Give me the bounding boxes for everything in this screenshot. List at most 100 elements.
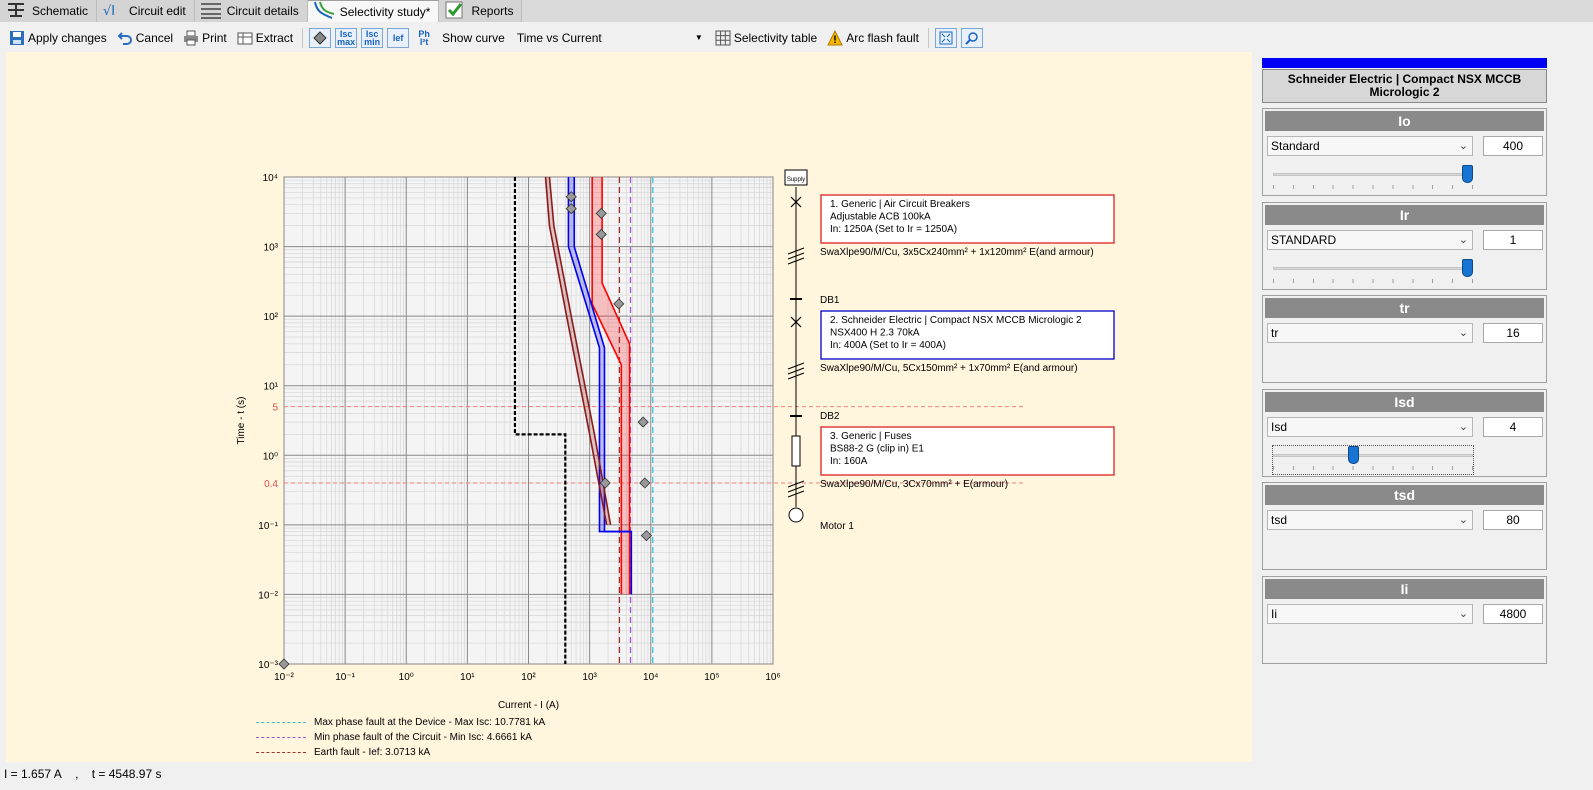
curve-select[interactable]: Time vs Current ▼ — [512, 28, 708, 48]
printer-icon — [184, 30, 199, 45]
param-title: tsd — [1265, 485, 1544, 505]
chevron-down-icon: ⌄ — [1458, 327, 1468, 339]
toolbar-separator — [302, 27, 304, 48]
tab-reports[interactable]: Reports — [439, 0, 523, 22]
legend-label: Earth fault - Ief: 3.0713 kA — [314, 747, 431, 758]
isc-min-label: Isc min — [364, 28, 381, 47]
x-tick-label: 10³ — [582, 672, 597, 683]
chevron-down-icon: ⌄ — [1458, 420, 1468, 433]
isc-max-button[interactable]: Isc max — [335, 27, 358, 48]
param-select-ir[interactable]: STANDARD ⌄ — [1267, 229, 1473, 250]
param-select-tr[interactable]: tr ⌄ — [1267, 323, 1473, 343]
tab-circuit-details[interactable]: Circuit details — [194, 0, 308, 23]
param-slider-io[interactable] — [1273, 165, 1473, 193]
param-title: Ir — [1265, 204, 1544, 225]
y-tick-label: 10¹ — [264, 382, 279, 393]
x-tick-label: 10⁶ — [765, 672, 780, 683]
fit-view-button[interactable] — [934, 27, 957, 48]
tab-label: Circuit edit — [129, 4, 186, 18]
y-tick-label: 10⁴ — [263, 173, 278, 184]
arc-flash-button[interactable]: Arc flash fault — [824, 27, 922, 49]
chart-legend: Max phase fault at the Device - Max Isc:… — [256, 715, 545, 760]
circuit-details-icon — [199, 0, 227, 23]
warning-icon — [827, 29, 844, 45]
y-tick-label: 10⁰ — [263, 451, 278, 462]
slider-ticks — [1273, 278, 1473, 283]
device-box-text: In: 160A — [830, 456, 868, 467]
param-value-ii[interactable]: 4800 — [1483, 603, 1543, 624]
selectivity-table-label: Selectivity table — [733, 30, 818, 45]
load-label: Motor 1 — [820, 521, 854, 532]
x-tick-label: 10² — [521, 672, 536, 683]
param-select-value: tsd — [1271, 513, 1288, 527]
legend-entry: Max phase fault at the Device - Max Isc:… — [256, 715, 545, 730]
status-current: I = 1.657 A — [4, 767, 62, 781]
param-slider-ir[interactable] — [1273, 258, 1473, 287]
apply-changes-button[interactable]: Apply changes — [6, 27, 110, 49]
selectivity-chart-area[interactable]: 10⁻² 10⁻¹ 10⁰ 10¹ 10² 10³ 10⁴ 10⁵ 10⁶ 10⁴ 10³ 10² 10… — [6, 52, 1252, 762]
time-current-chart[interactable]: 10⁻² 10⁻¹ 10⁰ 10¹ 10² 10³ 10⁴ 10⁵ 10⁶ 10⁴ 10³ 10² 10… — [6, 52, 1252, 762]
param-slider-isd[interactable] — [1272, 444, 1474, 475]
x-axis-label: Current - I (A) — [498, 700, 559, 711]
toolbar: Apply changes Cancel Print Extract Isc m… — [0, 24, 1593, 51]
legend-entry: Min phase fault of the Circuit - Min Isc… — [256, 730, 545, 745]
show-curve-label: Show curve — [442, 30, 505, 45]
zoom-button[interactable] — [960, 27, 983, 48]
param-value-io[interactable]: 400 — [1483, 136, 1543, 156]
param-group-io: Io Standard ⌄ 400 — [1262, 108, 1547, 196]
legend-swatch — [256, 752, 306, 753]
y-tick-label: 10⁻¹ — [258, 521, 278, 532]
param-select-tsd[interactable]: tsd ⌄ — [1267, 510, 1473, 530]
device-settings-panel: Schneider Electric | Compact NSX MCCB Mi… — [1260, 52, 1593, 762]
selectivity-table-button[interactable]: Selectivity table — [712, 27, 820, 49]
chevron-down-icon: ⌄ — [1458, 140, 1468, 152]
app-window: Schematic √I Circuit edit Circuit details Se… — [0, 0, 1593, 790]
status-separator: , — [75, 767, 79, 781]
y-tick-label: 10² — [264, 312, 279, 323]
legend-entry: Earth fault - Ief: 3.0713 kA — [256, 745, 545, 760]
param-select-isd[interactable]: Isd ⌄ — [1267, 416, 1473, 437]
param-value-isd[interactable]: 4 — [1483, 416, 1543, 437]
extract-button[interactable]: Extract — [234, 27, 296, 49]
cancel-button[interactable]: Cancel — [114, 27, 176, 49]
slider-thumb[interactable] — [1462, 258, 1473, 277]
param-select-io[interactable]: Standard ⌄ — [1267, 136, 1473, 156]
slider-track — [1273, 453, 1473, 457]
undo-icon — [117, 31, 132, 45]
param-select-value: Isd — [1271, 419, 1288, 434]
param-select-ii[interactable]: Ii ⌄ — [1267, 603, 1473, 624]
param-value-tr[interactable]: 16 — [1483, 323, 1543, 343]
board-label: DB1 — [820, 295, 840, 306]
tab-circuit-edit[interactable]: √I Circuit edit — [97, 0, 195, 22]
board-label: DB2 — [820, 411, 840, 422]
cable-label: SwaXlpe90/M/Cu, 3Cx70mm² + E(armour) — [820, 479, 1008, 490]
pt-button[interactable]: Ph I²t — [413, 28, 435, 48]
isc-min-button[interactable]: Isc min — [361, 27, 384, 48]
dropdown-arrow-icon: ▼ — [694, 33, 703, 42]
schematic-icon — [4, 0, 32, 23]
slider-thumb[interactable] — [1348, 445, 1359, 464]
toolbar-separator — [927, 27, 929, 48]
tab-selectivity-study[interactable]: Selectivity study* — [307, 0, 440, 22]
param-value-ir[interactable]: 1 — [1483, 229, 1543, 250]
device-title: Schneider Electric | Compact NSX MCCB Mi… — [1262, 69, 1547, 103]
motor-symbol — [788, 507, 804, 523]
x-tick-label: 10⁴ — [643, 672, 658, 683]
slider-ticks — [1273, 465, 1473, 470]
x-tick-label: 10⁰ — [399, 672, 414, 683]
slider-thumb[interactable] — [1462, 165, 1473, 183]
legend-label: Min phase fault of the Circuit - Min Isc… — [314, 732, 532, 743]
curve-marker-button[interactable] — [309, 27, 332, 48]
ief-label: Ief — [392, 32, 404, 43]
svg-text:√I: √I — [103, 4, 115, 19]
param-group-ii: Ii Ii ⌄ 4800 — [1262, 575, 1547, 664]
tab-label: Reports — [471, 4, 514, 18]
tab-schematic[interactable]: Schematic — [0, 0, 98, 23]
ief-button[interactable]: Ief — [387, 27, 410, 48]
supply-label: Supply — [787, 177, 805, 183]
y-tick-label: 10³ — [264, 243, 279, 254]
pt-label: Ph I²t — [418, 28, 430, 47]
print-button[interactable]: Print — [180, 27, 230, 49]
extract-icon — [237, 32, 253, 44]
param-value-tsd[interactable]: 80 — [1483, 510, 1543, 530]
